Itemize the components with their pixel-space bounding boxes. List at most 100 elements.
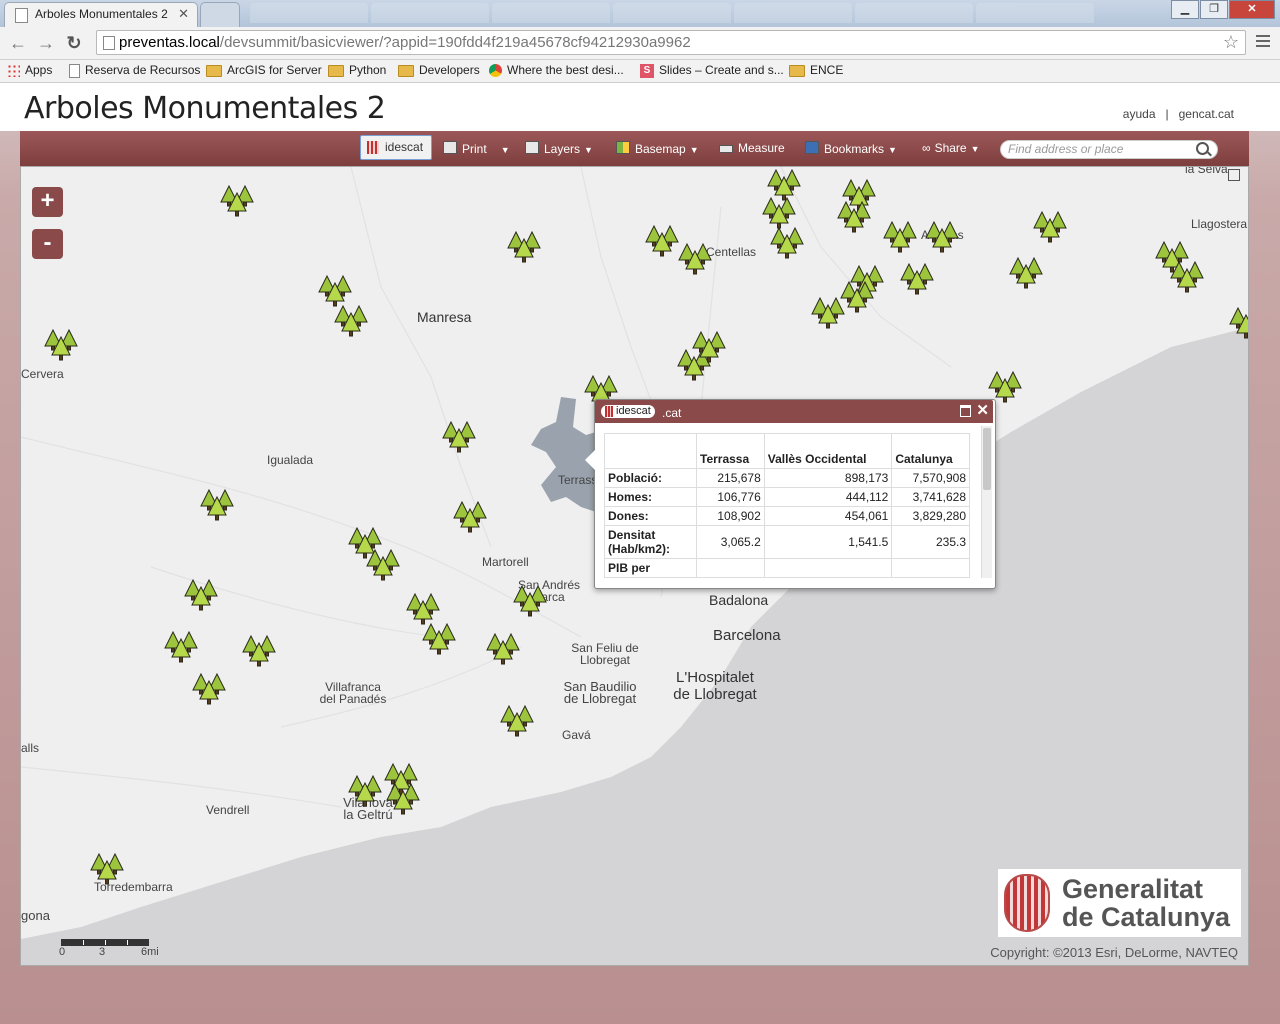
tree-marker-icon[interactable] [836, 199, 872, 233]
tree-marker-icon[interactable] [191, 671, 227, 705]
tree-marker-icon[interactable] [485, 631, 521, 665]
tree-marker-icon[interactable] [452, 499, 488, 533]
search-icon[interactable] [1196, 142, 1209, 155]
browser-toolbar: ← → ↻ preventas.local/devsummit/basicvie… [0, 27, 1280, 60]
tree-marker-icon[interactable] [761, 195, 797, 229]
place-label: Cervera [21, 367, 64, 381]
reload-icon[interactable]: ↻ [62, 31, 86, 55]
minimize-button[interactable]: ▁ [1171, 0, 1199, 19]
share-button[interactable]: ∞ Share ▼ [922, 141, 980, 155]
scrollbar-thumb[interactable] [983, 428, 991, 490]
new-tab-button[interactable] [200, 2, 240, 27]
layers-button[interactable]: Layers ▼ [525, 141, 593, 156]
maximize-icon[interactable] [960, 405, 971, 417]
place-label: L'Hospitalet de Llobregat [673, 669, 757, 703]
back-arrow-icon[interactable]: ← [6, 31, 30, 55]
column-header: Vallès Occidental [763, 433, 893, 469]
tree-marker-icon[interactable] [333, 303, 369, 337]
expand-icon[interactable] [1228, 169, 1240, 181]
place-label: Manresa [417, 309, 472, 325]
place-label: gona [21, 908, 50, 923]
tree-marker-icon[interactable] [241, 633, 277, 667]
tree-marker-icon[interactable] [405, 591, 441, 625]
forward-arrow-icon[interactable]: → [34, 31, 58, 55]
tree-marker-icon[interactable] [317, 273, 353, 307]
background-tab[interactable] [371, 3, 489, 23]
bookmark-apps[interactable]: Apps [7, 63, 52, 78]
bookmark-reserva[interactable]: Reserva de Recursos [69, 63, 200, 78]
idescat-button[interactable]: idescat [360, 135, 432, 160]
tree-marker-icon[interactable] [199, 487, 235, 521]
tree-marker-icon[interactable] [506, 229, 542, 263]
table-cell: 215,678 [696, 468, 765, 488]
tree-marker-icon[interactable] [499, 703, 535, 737]
tree-marker-icon[interactable] [347, 773, 383, 807]
zoom-out-button[interactable]: - [32, 229, 63, 259]
tree-marker-icon[interactable] [899, 261, 935, 295]
header-links: ayuda | gencat.cat [1123, 107, 1234, 121]
basemap-button[interactable]: Basemap ▼ [616, 141, 699, 156]
maximize-button[interactable]: ❐ [1200, 0, 1228, 19]
tree-marker-icon[interactable] [512, 583, 548, 617]
tree-marker-icon[interactable] [839, 279, 875, 313]
zoom-in-button[interactable]: + [32, 187, 63, 217]
bookmarks-button[interactable]: Bookmarks ▼ [805, 141, 897, 156]
chevron-down-icon: ▼ [970, 144, 980, 154]
background-tab[interactable] [976, 3, 1094, 23]
tree-marker-icon[interactable] [89, 851, 125, 885]
bookmark-arcgis[interactable]: ArcGIS for Server [206, 63, 322, 77]
tree-marker-icon[interactable] [43, 327, 79, 361]
scale-bar: 0 3 6mi [59, 939, 159, 960]
place-label: San Feliu de Llobregat [571, 641, 639, 667]
tree-marker-icon[interactable] [183, 577, 219, 611]
stats-table: Terrassa Vallès Occidental Catalunya Pob… [604, 433, 970, 578]
print-button[interactable]: Print ▼ [443, 141, 510, 156]
tree-marker-icon[interactable] [421, 621, 457, 655]
background-tab[interactable] [250, 3, 368, 23]
background-tab[interactable] [492, 3, 610, 23]
bookmark-ence[interactable]: ENCE [789, 63, 843, 77]
bookmark-label: Reserva de Recursos [85, 63, 201, 77]
tree-marker-icon[interactable] [385, 781, 421, 815]
close-tab-icon[interactable]: ✕ [178, 6, 189, 22]
chevron-down-icon[interactable]: ▼ [501, 145, 510, 155]
tree-marker-icon[interactable] [924, 219, 960, 253]
bookmark-slides[interactable]: S Slides – Create and s... [640, 63, 784, 78]
close-window-button[interactable]: ✕ [1229, 0, 1275, 19]
basemap-label: Basemap [635, 142, 686, 156]
tree-marker-icon[interactable] [365, 547, 401, 581]
tree-marker-icon[interactable] [163, 629, 199, 663]
bookmark-developers[interactable]: Developers [398, 63, 480, 77]
tree-marker-icon[interactable] [1008, 255, 1044, 289]
tree-marker-icon[interactable] [441, 419, 477, 453]
bookmark-star-icon[interactable]: ☆ [1223, 31, 1239, 54]
help-link[interactable]: ayuda [1123, 107, 1156, 121]
bookmark-python[interactable]: Python [328, 63, 386, 77]
background-tab[interactable] [734, 3, 852, 23]
tree-marker-icon[interactable] [769, 225, 805, 259]
tree-marker-icon[interactable] [691, 329, 727, 363]
background-tab[interactable] [855, 3, 973, 23]
search-input[interactable]: Find address or place [1000, 140, 1218, 159]
tree-marker-icon[interactable] [882, 219, 918, 253]
tree-marker-icon[interactable] [1032, 209, 1068, 243]
measure-button[interactable]: Measure [719, 141, 785, 155]
address-bar[interactable]: preventas.local/devsummit/basicviewer/?a… [96, 30, 1246, 55]
tree-marker-icon[interactable] [677, 241, 713, 275]
tree-marker-icon[interactable] [1169, 259, 1205, 293]
close-icon[interactable]: ✕ [976, 401, 989, 419]
tree-marker-icon[interactable] [644, 223, 680, 257]
tree-marker-icon[interactable] [987, 369, 1023, 403]
tree-marker-icon[interactable] [1228, 305, 1248, 339]
table-cell: 454,061 [763, 506, 893, 526]
browser-tab[interactable]: Arboles Monumentales 2 ✕ [4, 2, 198, 27]
bookmark-label: Where the best desi... [507, 63, 624, 77]
tree-marker-icon[interactable] [219, 183, 255, 217]
logo-line: Generalitat [1062, 874, 1204, 904]
background-tab[interactable] [613, 3, 731, 23]
bookmark-where-best[interactable]: Where the best desi... [489, 63, 624, 78]
gencat-link[interactable]: gencat.cat [1179, 107, 1234, 121]
page-icon [15, 8, 28, 23]
browser-menu-icon[interactable] [1256, 35, 1270, 50]
popup-scrollbar[interactable] [981, 426, 992, 578]
